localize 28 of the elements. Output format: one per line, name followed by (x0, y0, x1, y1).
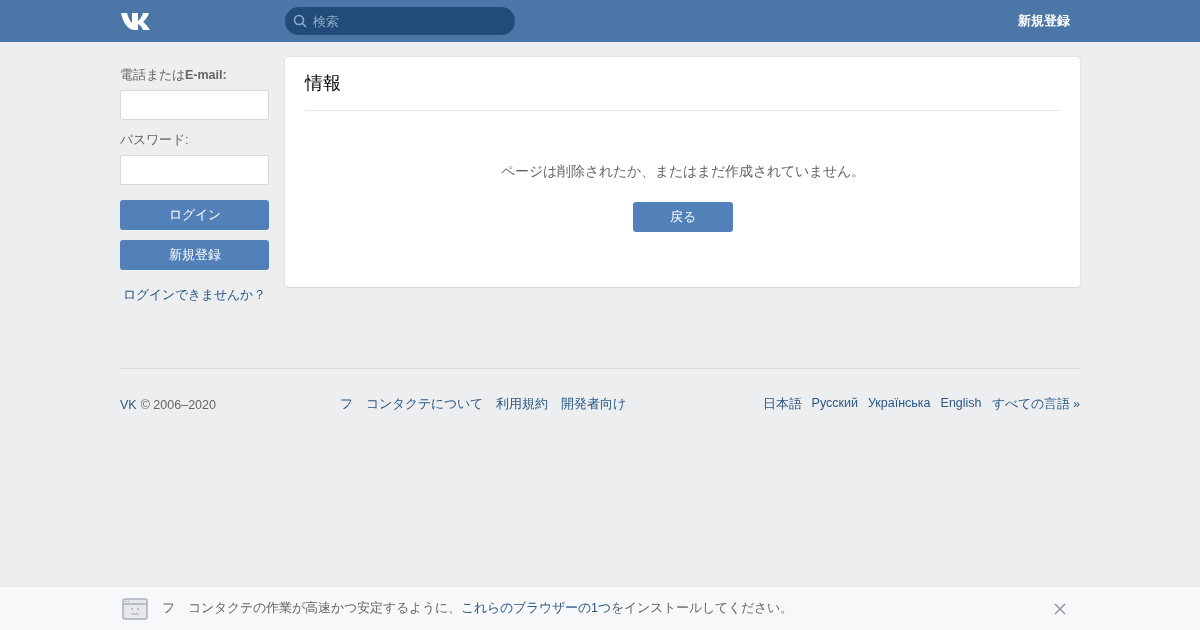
phone-label: 電話またはE-mail: (120, 67, 228, 84)
search-icon (293, 14, 307, 28)
brand-link[interactable]: VK (120, 397, 137, 412)
password-label: パスワード: (120, 132, 190, 149)
sad-browser-icon (122, 597, 148, 620)
password-input[interactable] (120, 155, 269, 185)
browser-link[interactable]: これらのブラウザーの1つ (461, 601, 611, 615)
browser-notice: フ コンタクテの作業が高速かつ安定するように、これらのブラウザーの1つをインストールしてください。 (162, 600, 793, 617)
language-link[interactable]: Русский (811, 396, 858, 413)
login-button[interactable]: ログイン (120, 200, 269, 230)
forgot-link[interactable]: ログインできませんか？ (120, 286, 269, 304)
phone-input[interactable] (120, 90, 269, 120)
copyright-text: © 2006–2020 (140, 397, 216, 412)
search-field[interactable]: 検索 (285, 7, 515, 35)
language-link[interactable]: すべての言語 » (991, 396, 1080, 413)
close-icon[interactable] (1054, 602, 1066, 615)
panel-title: 情報 (305, 57, 1060, 111)
error-message: ページは削除されたか、またはまだ作成されていません。 (500, 163, 865, 181)
footer-link[interactable]: 利用規約 (495, 396, 548, 413)
footer-link[interactable]: フ (339, 396, 353, 413)
footer-link[interactable]: コンタクテについて (365, 396, 483, 413)
back-button[interactable]: 戻る (632, 202, 733, 232)
language-link[interactable]: English (940, 396, 982, 413)
language-link[interactable]: Українська (867, 396, 931, 413)
signup-link[interactable]: 新規登録 (1018, 12, 1070, 30)
signup-button[interactable]: 新規登録 (120, 240, 269, 270)
footer-link[interactable]: 開発者向け (560, 396, 626, 413)
language-link[interactable]: 日本語 (762, 396, 802, 413)
